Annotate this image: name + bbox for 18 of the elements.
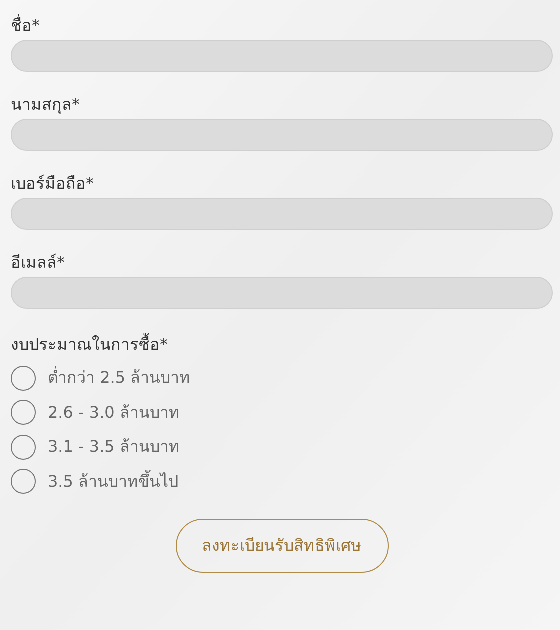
field-label: นามสกุล* — [11, 94, 81, 116]
input-field[interactable] — [11, 40, 553, 72]
radio-label: 3.5 ล้านบาทขึ้นไป — [48, 470, 179, 493]
input-field[interactable] — [11, 277, 553, 309]
radio-button[interactable] — [11, 434, 36, 460]
radio-label: 2.6 - 3.0 ล้านบาท — [48, 402, 180, 424]
radio-button[interactable] — [11, 469, 36, 494]
input-field[interactable] — [11, 119, 553, 151]
radio-label: ต่ำกว่า 2.5 ล้านบาท — [48, 366, 191, 390]
budget-label: งบประมาณในการซื้อ* — [11, 333, 169, 356]
radio-button[interactable] — [11, 400, 36, 426]
field-label: ชื่อ* — [11, 14, 41, 37]
field-label: อีเมลล์* — [11, 252, 66, 274]
register-button[interactable]: ลงทะเบียนรับสิทธิพิเศษ — [176, 519, 388, 573]
input-field[interactable] — [11, 198, 553, 230]
radio-label: 3.1 - 3.5 ล้านบาท — [48, 436, 180, 458]
field-label: เบอร์มือถือ* — [11, 173, 95, 195]
radio-button[interactable] — [11, 366, 36, 391]
